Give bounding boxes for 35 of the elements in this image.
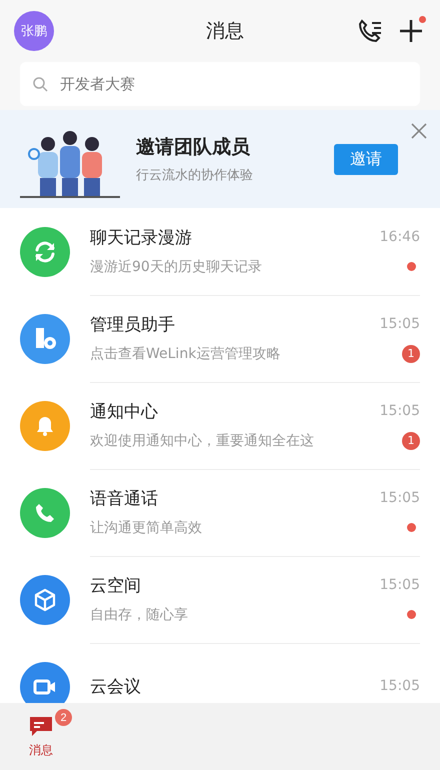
- nav-tab[interactable]: 消息 2: [10, 703, 72, 770]
- page-title: 消息: [205, 19, 245, 44]
- chat-name: 语音通话: [90, 488, 158, 510]
- chat-time: 15:05: [380, 577, 420, 593]
- chat-preview: 让沟通更简单高效: [90, 518, 202, 536]
- user-avatar[interactable]: 张鹏: [14, 11, 54, 51]
- chat-preview: 自由存，随心享: [90, 606, 188, 624]
- unread-count: 1: [402, 344, 420, 362]
- search-field[interactable]: 开发者大赛: [20, 62, 420, 106]
- chat-row[interactable]: 语音通话 15:05 让沟通更简单高效: [0, 469, 440, 556]
- chat-time: 15:05: [380, 678, 420, 694]
- chat-row[interactable]: 管理员助手 15:05 点击查看WeLink运营管理攻略 1: [0, 295, 440, 382]
- chat-preview: 欢迎使用通知中心，重要通知全在这: [90, 432, 314, 450]
- unread-count: 1: [402, 432, 420, 450]
- banner-subtitle: 行云流水的协作体验: [136, 167, 254, 184]
- close-icon[interactable]: [410, 122, 428, 140]
- chat-time: 16:46: [380, 229, 420, 245]
- banner-title: 邀请团队成员: [136, 135, 251, 160]
- chat-row[interactable]: 云空间 15:05 自由存，随心享: [0, 556, 440, 643]
- chat-time: 15:05: [380, 403, 420, 419]
- chat-bubble-icon: [28, 714, 54, 738]
- cube-icon: [32, 586, 58, 612]
- chat-row[interactable]: 通知中心 15:05 欢迎使用通知中心，重要通知全在这 1: [0, 382, 440, 469]
- chat-preview: 点击查看WeLink运营管理攻略: [90, 344, 280, 362]
- chat-name: 云会议: [90, 676, 141, 698]
- chat-time: 15:05: [380, 490, 420, 506]
- chat-name: 通知中心: [90, 400, 158, 422]
- chat-name: 云空间: [90, 574, 141, 596]
- chat-time: 15:05: [380, 316, 420, 332]
- chat-name: 聊天记录漫游: [90, 226, 192, 248]
- unread-badge: 2: [55, 709, 72, 726]
- chat-row[interactable]: 聊天记录漫游 16:46 漫游近90天的历史聊天记录: [0, 208, 440, 295]
- chat-preview: 漫游近90天的历史聊天记录: [90, 258, 262, 276]
- chat-name: 管理员助手: [90, 314, 175, 336]
- search-icon: [32, 76, 48, 92]
